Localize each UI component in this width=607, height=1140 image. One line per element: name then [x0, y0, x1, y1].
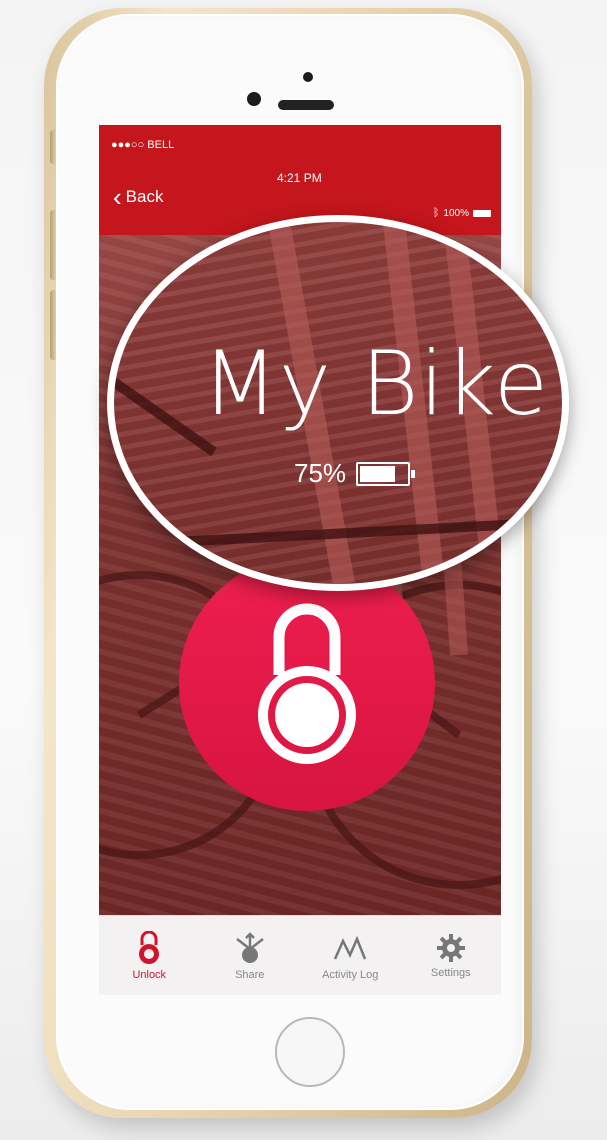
- device-battery-tip: [411, 469, 416, 478]
- back-label: Back: [125, 187, 164, 206]
- status-battery: ᛒ 100%: [433, 207, 491, 219]
- activity-log-icon: [334, 935, 367, 960]
- tab-bar: Unlock Share Activity Log Settings: [99, 915, 501, 995]
- tab-label: Settings: [430, 967, 471, 979]
- device-battery-fill: [360, 465, 396, 482]
- tab-activity-log[interactable]: Activity Log: [305, 931, 395, 981]
- speaker-grille: [278, 100, 334, 110]
- tab-settings[interactable]: Settings: [406, 933, 496, 979]
- home-button[interactable]: [275, 1017, 345, 1087]
- unlock-icon: [139, 931, 160, 964]
- status-time: 4:21 PM: [277, 171, 322, 185]
- chevron-left-icon: ‹: [113, 182, 122, 212]
- device-battery: 75%: [294, 458, 416, 489]
- padlock-icon: [258, 603, 356, 764]
- device-battery-icon: [356, 461, 416, 486]
- tab-label: Share: [235, 969, 265, 981]
- device-name-callout: My Bike 75%: [107, 215, 569, 591]
- share-icon: [235, 932, 264, 963]
- bluetooth-icon: ᛒ: [432, 207, 440, 219]
- status-battery-text: 100%: [443, 207, 469, 219]
- sensor-icon: [303, 72, 313, 82]
- battery-icon: [473, 209, 491, 217]
- carrier-label: ●●●○○ BELL: [111, 139, 175, 151]
- device-name: My Bike: [202, 332, 550, 435]
- camera-icon: [247, 92, 261, 106]
- tab-unlock[interactable]: Unlock: [104, 931, 194, 981]
- back-button[interactable]: ‹ Back: [113, 182, 164, 212]
- gear-icon: [436, 934, 465, 962]
- tab-label: Unlock: [132, 969, 167, 981]
- tab-label: Activity Log: [322, 969, 379, 981]
- tab-share[interactable]: Share: [205, 931, 295, 981]
- unlock-button[interactable]: [179, 555, 435, 811]
- device-battery-percent: 75%: [294, 458, 347, 488]
